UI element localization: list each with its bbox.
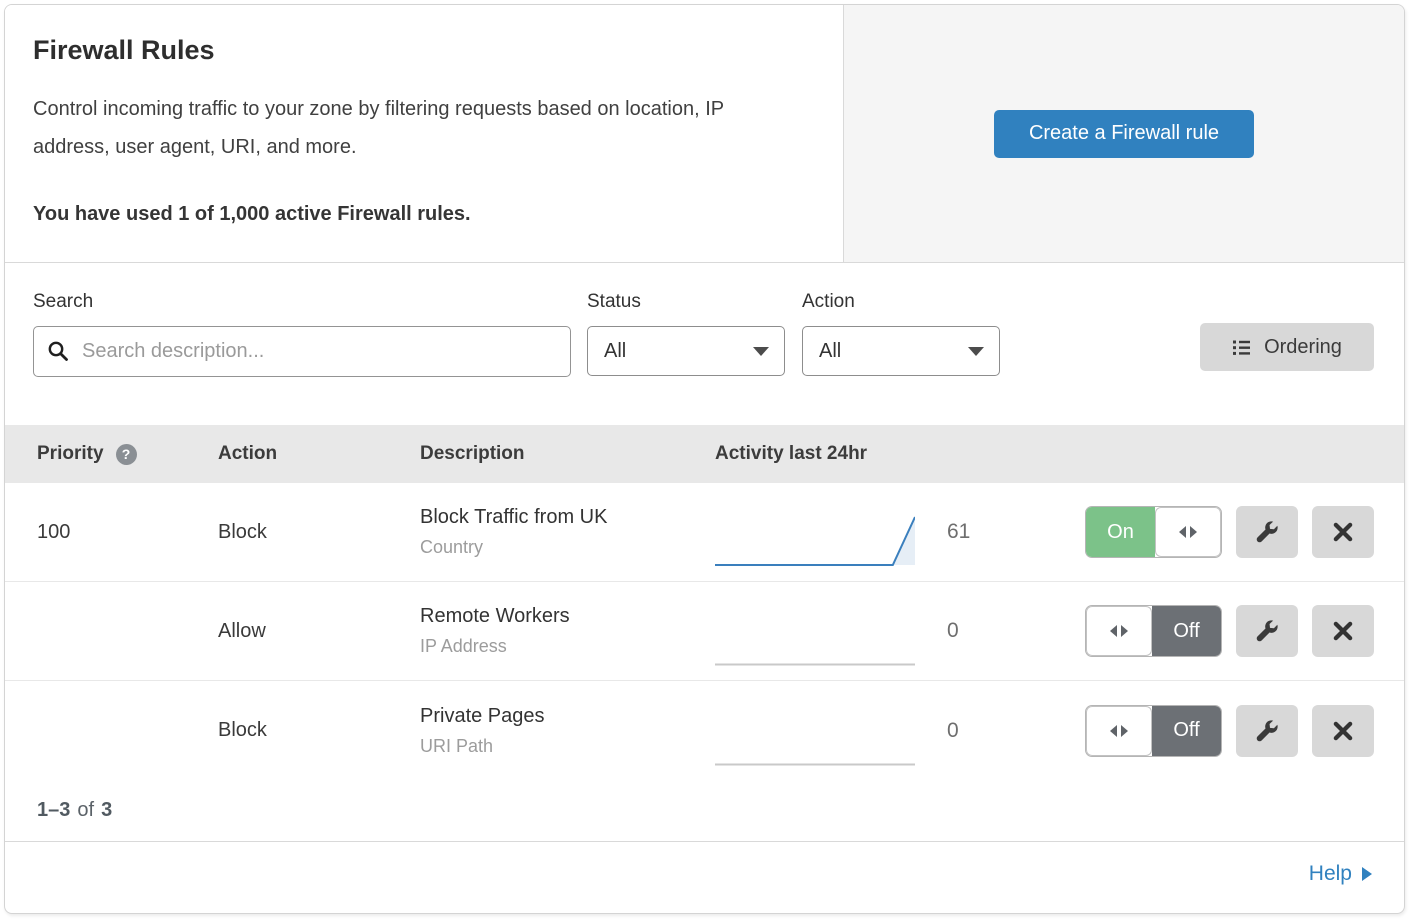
rule-controls: Off: [1085, 605, 1404, 657]
table-row: 100 Block Block Traffic from UK Country …: [5, 483, 1404, 582]
help-arrow-icon: [1362, 867, 1372, 881]
rule-enable-toggle[interactable]: Off: [1085, 705, 1222, 757]
pagination-range: 1–3: [37, 799, 70, 822]
delete-rule-button[interactable]: [1312, 506, 1374, 558]
ordering-button[interactable]: Ordering: [1200, 323, 1374, 371]
rule-activity-cell: 0: [715, 696, 987, 766]
wrench-icon: [1255, 520, 1279, 544]
rule-enable-toggle[interactable]: Off: [1085, 605, 1222, 657]
rule-enable-toggle[interactable]: On: [1085, 506, 1222, 558]
rule-type: IP Address: [420, 636, 715, 657]
close-icon: [1333, 621, 1353, 641]
rule-action: Allow: [218, 620, 420, 643]
help-footer: Help: [5, 842, 1404, 906]
usage-note: You have used 1 of 1,000 active Firewall…: [33, 203, 809, 226]
action-select[interactable]: All: [802, 326, 1000, 376]
toggle-drag-icon: [1086, 606, 1152, 656]
search-filter: Search: [33, 291, 571, 377]
page-description: Control incoming traffic to your zone by…: [33, 90, 803, 166]
rule-priority: 100: [37, 521, 218, 544]
help-link-label: Help: [1309, 862, 1352, 886]
column-activity: Activity last 24hr: [715, 443, 867, 465]
toggle-state-label: On: [1086, 507, 1155, 557]
column-description: Description: [420, 443, 715, 465]
table-row: Block Private Pages URI Path 0 Off: [5, 681, 1404, 780]
activity-count: 0: [947, 719, 987, 743]
rule-type: URI Path: [420, 736, 715, 757]
close-icon: [1333, 522, 1353, 542]
rule-activity-cell: 61: [715, 497, 987, 567]
toggle-state-label: Off: [1152, 706, 1221, 756]
activity-sparkline: [715, 610, 915, 666]
rule-description-cell: Private Pages URI Path: [420, 705, 715, 757]
edit-rule-button[interactable]: [1236, 506, 1298, 558]
ordering-button-label: Ordering: [1264, 336, 1342, 359]
edit-rule-button[interactable]: [1236, 605, 1298, 657]
help-link[interactable]: Help: [1309, 862, 1372, 886]
toggle-drag-icon: [1155, 507, 1221, 557]
action-select-value: All: [819, 340, 841, 363]
close-icon: [1333, 721, 1353, 741]
table-row: Allow Remote Workers IP Address 0 Off: [5, 582, 1404, 681]
priority-column-label: Priority: [37, 443, 104, 465]
status-select-value: All: [604, 340, 626, 363]
create-firewall-rule-button[interactable]: Create a Firewall rule: [994, 110, 1254, 158]
rule-description: Remote Workers: [420, 605, 715, 628]
ordering-list-icon: [1232, 338, 1251, 357]
search-box: [33, 326, 571, 377]
table-body: 100 Block Block Traffic from UK Country …: [5, 483, 1404, 780]
page-title: Firewall Rules: [33, 35, 809, 66]
toggle-state-label: Off: [1152, 606, 1221, 656]
rule-description-cell: Remote Workers IP Address: [420, 605, 715, 657]
delete-rule-button[interactable]: [1312, 705, 1374, 757]
status-select[interactable]: All: [587, 326, 785, 376]
chevron-down-icon: [968, 347, 984, 356]
activity-sparkline: [715, 511, 915, 567]
status-label: Status: [587, 291, 785, 313]
column-priority: Priority ?: [37, 443, 218, 465]
header-text-section: Firewall Rules Control incoming traffic …: [5, 5, 844, 262]
activity-count: 0: [947, 619, 987, 643]
rule-description-cell: Block Traffic from UK Country: [420, 506, 715, 558]
filter-bar: Search Status All Action All: [5, 263, 1404, 425]
rule-description: Block Traffic from UK: [420, 506, 715, 529]
status-filter: Status All: [587, 291, 785, 376]
table-header: Priority ? Action Description Activity l…: [5, 425, 1404, 483]
search-label: Search: [33, 291, 571, 313]
activity-sparkline: [715, 710, 915, 766]
rule-action: Block: [218, 719, 420, 742]
chevron-down-icon: [753, 347, 769, 356]
rule-action: Block: [218, 521, 420, 544]
action-filter: Action All: [802, 291, 1000, 376]
search-icon: [47, 340, 69, 362]
activity-count: 61: [947, 520, 987, 544]
priority-help-icon[interactable]: ?: [116, 444, 137, 465]
firewall-rules-panel: Firewall Rules Control incoming traffic …: [4, 4, 1405, 914]
pagination-total: 3: [101, 799, 112, 822]
rule-type: Country: [420, 537, 715, 558]
search-input[interactable]: [33, 326, 571, 377]
pagination-bar: 1–3 of 3: [5, 780, 1404, 842]
wrench-icon: [1255, 619, 1279, 643]
panel-header: Firewall Rules Control incoming traffic …: [5, 5, 1404, 263]
wrench-icon: [1255, 719, 1279, 743]
toggle-drag-icon: [1086, 706, 1152, 756]
action-label: Action: [802, 291, 1000, 313]
pagination-of-label: of: [77, 799, 94, 822]
rule-controls: On: [1085, 506, 1404, 558]
rule-description: Private Pages: [420, 705, 715, 728]
header-action-section: Create a Firewall rule: [844, 5, 1404, 262]
rule-controls: Off: [1085, 705, 1404, 757]
rule-activity-cell: 0: [715, 596, 987, 666]
edit-rule-button[interactable]: [1236, 705, 1298, 757]
delete-rule-button[interactable]: [1312, 605, 1374, 657]
column-action: Action: [218, 443, 420, 465]
